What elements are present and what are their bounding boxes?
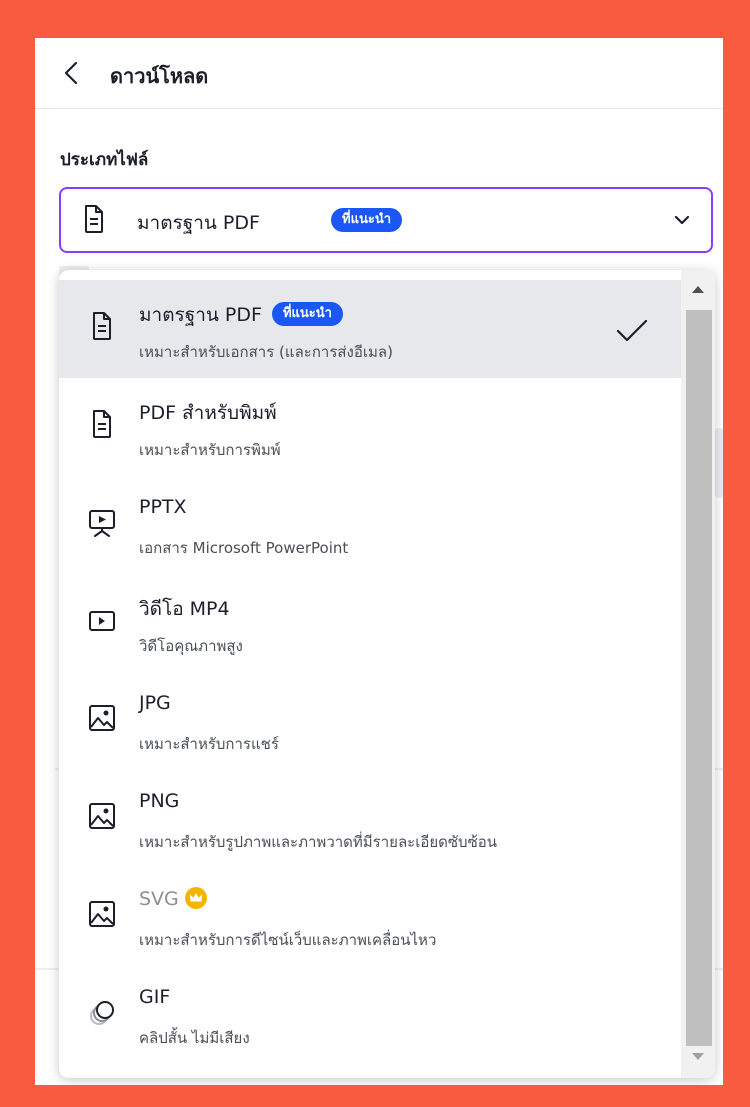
checkmark-icon <box>616 319 648 342</box>
option-description: เอกสาร Microsoft PowerPoint <box>139 539 349 557</box>
option-jpg[interactable]: JPG เหมาะสำหรับการแชร์ <box>59 672 681 770</box>
scroll-thumb[interactable] <box>686 310 712 1046</box>
scroll-up-icon[interactable] <box>691 284 705 294</box>
option-description: เหมาะสำหรับเอกสาร (และการส่งอีเมล) <box>139 343 393 361</box>
option-gif[interactable]: GIF คลิปสั้น ไม่มีเสียง <box>59 966 681 1064</box>
option-standard-pdf[interactable]: มาตรฐาน PDF ที่แนะนำ เหมาะสำหรับเอกสาร (แ… <box>59 280 681 378</box>
recommended-badge: ที่แนะนำ <box>271 301 343 326</box>
option-description: เหมาะสำหรับการดีไซน์เว็บและภาพเคลื่อนไหว <box>139 931 437 949</box>
file-type-label: ประเภทไฟล์ <box>60 150 149 170</box>
scroll-down-icon[interactable] <box>691 1052 705 1062</box>
image-icon <box>89 803 115 829</box>
option-title: PPTX <box>139 496 187 518</box>
option-description: เหมาะสำหรับการพิมพ์ <box>139 441 281 459</box>
option-title: มาตรฐาน PDF ที่แนะนำ <box>139 300 343 330</box>
option-description: เหมาะสำหรับรูปภาพและภาพวาดที่มีรายละเอีย… <box>139 833 498 851</box>
video-icon <box>89 611 115 631</box>
download-panel: ดาวน์โหลด ประเภทไฟล์ มาตรฐาน PDF ที่แนะน… <box>35 38 723 1085</box>
document-icon <box>93 410 111 438</box>
document-icon <box>85 205 103 233</box>
gif-icon <box>90 1001 114 1025</box>
file-type-dropdown: มาตรฐาน PDF ที่แนะนำ เหมาะสำหรับเอกสาร (แ… <box>59 270 715 1078</box>
option-description: เหมาะสำหรับการแชร์ <box>139 735 279 753</box>
option-title: PNG <box>139 790 180 812</box>
option-svg[interactable]: SVG เหมาะสำหรับการดีไซน์เว็บและภาพเคลื่อ… <box>59 868 681 966</box>
option-print-pdf[interactable]: PDF สำหรับพิมพ์ เหมาะสำหรับการพิมพ์ <box>59 378 681 476</box>
image-icon <box>89 901 115 927</box>
option-description: คลิปสั้น ไม่มีเสียง <box>139 1029 250 1047</box>
option-pptx[interactable]: PPTX เอกสาร Microsoft PowerPoint <box>59 476 681 574</box>
chevron-down-icon <box>674 215 690 225</box>
option-title: PDF สำหรับพิมพ์ <box>139 402 277 424</box>
document-icon <box>93 312 111 340</box>
option-mp4-video[interactable]: วิดีโอ MP4 วิดีโอคุณภาพสูง <box>59 574 681 672</box>
option-title: SVG <box>139 886 207 911</box>
selected-file-type: มาตรฐาน PDF <box>137 212 260 234</box>
image-icon <box>89 705 115 731</box>
background-content <box>715 428 723 498</box>
recommended-badge: ที่แนะนำ <box>331 208 403 232</box>
presentation-icon <box>89 510 115 537</box>
header: ดาวน์โหลด <box>35 38 723 109</box>
scrollbar[interactable] <box>681 270 715 1078</box>
file-type-select[interactable]: มาตรฐาน PDF ที่แนะนำ <box>59 187 713 253</box>
option-title: JPG <box>139 692 171 714</box>
option-description: วิดีโอคุณภาพสูง <box>139 637 243 655</box>
option-png[interactable]: PNG เหมาะสำหรับรูปภาพและภาพวาดที่มีรายละ… <box>59 770 681 868</box>
back-arrow-icon[interactable] <box>61 60 83 86</box>
option-title: GIF <box>139 986 171 1008</box>
page-title: ดาวน์โหลด <box>110 64 209 88</box>
option-title: วิดีโอ MP4 <box>139 598 230 620</box>
crown-icon <box>184 886 207 909</box>
